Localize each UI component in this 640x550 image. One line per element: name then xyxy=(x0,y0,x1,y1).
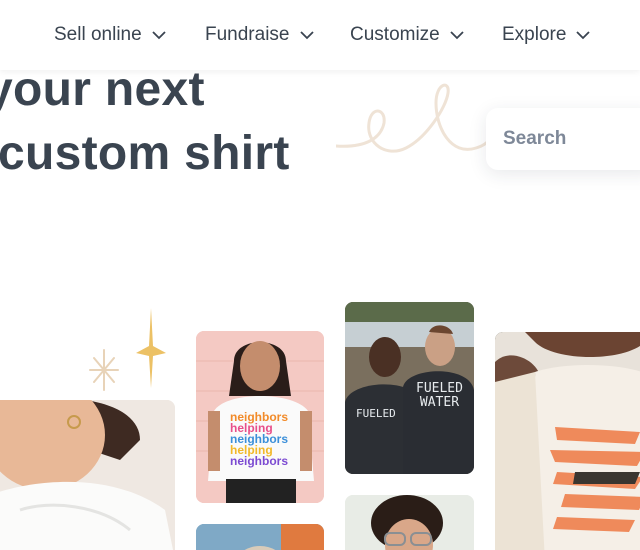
chevron-down-icon xyxy=(299,31,314,40)
shirt-print-line: FUELED xyxy=(356,407,396,420)
search-input[interactable] xyxy=(503,128,640,150)
chevron-down-icon xyxy=(450,31,464,40)
nav-fundraise[interactable]: Fundraise xyxy=(205,22,314,48)
person-illustration xyxy=(495,332,640,550)
nav-sell-online-label: Sell online xyxy=(54,24,142,45)
nav-explore[interactable]: Explore xyxy=(502,22,591,48)
hero-headline-line-1: your next xyxy=(0,63,205,116)
gallery-photo-partial-2[interactable] xyxy=(345,495,474,550)
hoodie-illustration xyxy=(0,400,175,550)
search-box[interactable] xyxy=(486,108,640,170)
gallery-photo-hoodie[interactable] xyxy=(0,400,175,550)
nav-sell-online[interactable]: Sell online xyxy=(54,22,166,48)
chevron-down-icon xyxy=(152,31,166,40)
top-navigation: Sell online Fundraise Customize Explore xyxy=(0,0,640,70)
neighbors-shirt-print: neighbors helping neighbors helping neig… xyxy=(230,411,289,468)
photo-illustration xyxy=(345,495,474,550)
gallery-photo-flags-shirt[interactable] xyxy=(495,332,640,550)
nav-customize-label: Customize xyxy=(350,24,440,45)
decorative-squiggle xyxy=(336,83,486,153)
sparkle-icon xyxy=(136,308,166,388)
shirt-print-line: neighbors xyxy=(230,454,289,468)
water-shirt-print-right: FUELED WATER xyxy=(416,382,463,410)
sparkle-icon xyxy=(89,349,119,391)
hero-headline-line-2: custom shirt xyxy=(0,127,290,180)
nav-customize[interactable]: Customize xyxy=(350,22,464,48)
gallery-photo-partial-1[interactable] xyxy=(196,524,324,550)
nav-fundraise-label: Fundraise xyxy=(205,24,290,45)
shirt-print-line: FUELED xyxy=(416,381,463,396)
photo-illustration xyxy=(196,524,324,550)
chevron-down-icon xyxy=(576,31,591,40)
nav-explore-label: Explore xyxy=(502,24,567,45)
shirt-print-line: WATER xyxy=(419,395,460,410)
water-shirt-print-left: FUELED xyxy=(356,408,396,419)
